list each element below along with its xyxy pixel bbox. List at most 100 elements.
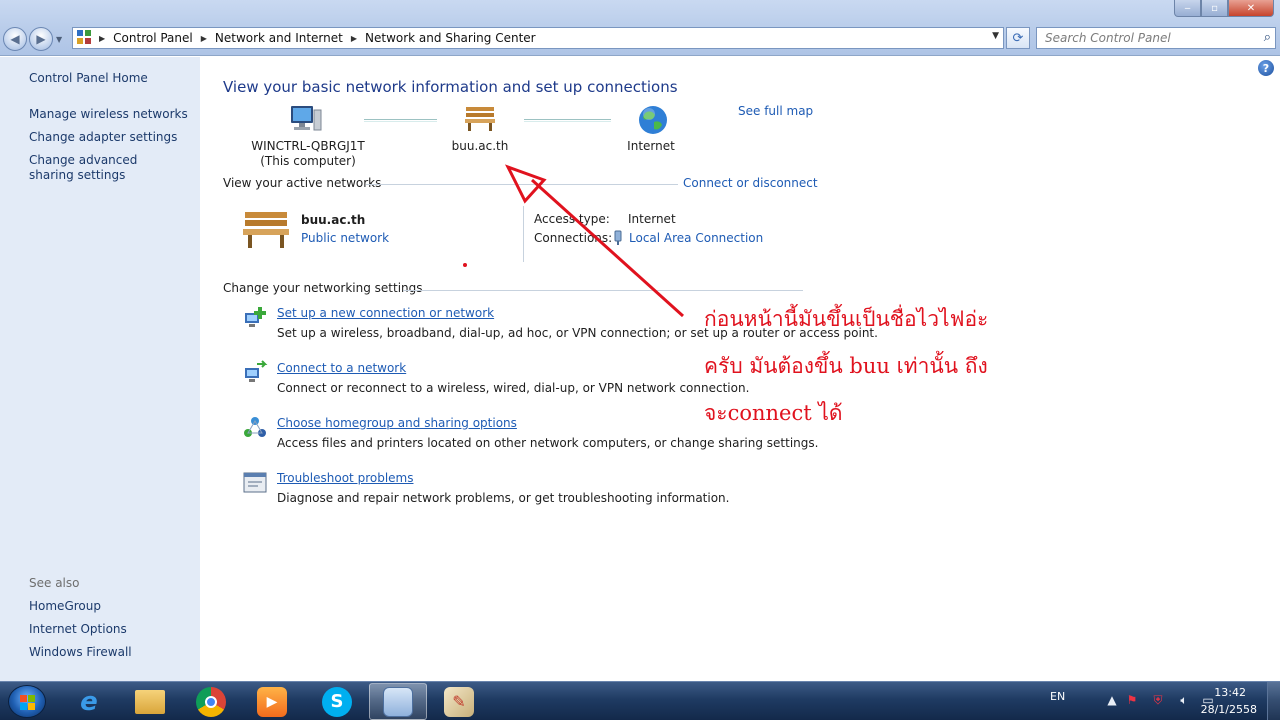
page-title: View your basic network information and …	[223, 78, 678, 96]
minimize-button[interactable]: ‒	[1174, 0, 1201, 17]
taskbar-media-player[interactable]: ▶	[243, 683, 301, 720]
ethernet-adapter-icon	[614, 230, 622, 245]
local-area-connection-link[interactable]: Local Area Connection	[629, 231, 763, 245]
annotation-dot	[463, 263, 467, 267]
navigation-buttons: ◀ ▶ ▼	[3, 27, 62, 51]
back-button[interactable]: ◀	[3, 27, 27, 51]
recent-pages-dropdown-icon[interactable]: ▼	[56, 35, 62, 44]
change-advanced-sharing-settings-link[interactable]: Change advanced sharing settings	[29, 153, 179, 183]
internet-label: Internet	[627, 139, 675, 153]
access-type-label: Access type:	[534, 212, 610, 226]
taskbar-file-explorer[interactable]	[121, 683, 179, 720]
internet-globe-icon	[639, 106, 667, 134]
taskbar: e ▶ S ✎ EN ▲ ⚑ ⛨ 🔈︎ ▭ 13:42 28/1/2558	[0, 681, 1280, 720]
homegroup-icon	[244, 417, 266, 437]
breadcrumb-network-and-internet[interactable]: Network and Internet	[215, 31, 343, 45]
system-tray: EN ▲ ⚑ ⛨ 🔈︎ ▭ 13:42 28/1/2558	[1050, 682, 1280, 720]
active-networks-rule	[366, 184, 678, 185]
back-arrow-icon: ◀	[10, 32, 20, 46]
active-network-divider	[523, 206, 524, 262]
public-network-large-bench-icon[interactable]	[242, 208, 290, 250]
control-panel-taskbar-icon	[383, 686, 413, 717]
troubleshoot-icon	[243, 472, 267, 493]
access-type-value: Internet	[628, 212, 676, 226]
see-also-label: See also	[29, 576, 80, 590]
file-explorer-icon	[135, 689, 165, 714]
clock-date[interactable]: 28/1/2558	[1201, 703, 1257, 716]
media-player-icon: ▶	[257, 686, 287, 717]
networking-settings-title: Change your networking settings	[223, 281, 423, 295]
taskbar-chrome[interactable]	[182, 683, 240, 720]
annotation-line-2: ครับ มันต้องขึ้น buu เท่านั้น ถึง	[704, 354, 988, 378]
breadcrumb-separator-icon[interactable]: ▶	[201, 34, 207, 43]
help-icon[interactable]: ?	[1258, 60, 1274, 76]
homegroup-link[interactable]: HomeGroup	[29, 599, 101, 614]
internet-options-link[interactable]: Internet Options	[29, 622, 127, 637]
connect-to-network-icon	[245, 360, 268, 382]
troubleshoot-problems-desc: Diagnose and repair network problems, or…	[277, 491, 730, 505]
taskbar-internet-explorer[interactable]: e	[60, 683, 118, 720]
computer-icon	[291, 106, 322, 131]
connect-or-disconnect-link[interactable]: Connect or disconnect	[683, 176, 818, 190]
control-panel-home-link[interactable]: Control Panel Home	[29, 71, 148, 86]
skype-icon: S	[322, 686, 352, 717]
networking-settings-rule	[403, 290, 803, 291]
action-center-icon[interactable]: ⚑	[1125, 693, 1139, 707]
show-desktop-button[interactable]	[1267, 682, 1280, 720]
control-panel-icon	[77, 30, 93, 46]
forward-button[interactable]: ▶	[29, 27, 53, 51]
windows-logo-icon	[20, 695, 36, 710]
chrome-icon	[196, 686, 226, 717]
internet-explorer-icon: e	[80, 686, 98, 717]
this-computer-note: (This computer)	[260, 154, 356, 168]
connections-label: Connections:	[534, 231, 613, 245]
start-button[interactable]	[8, 685, 46, 718]
close-button[interactable]: ✕	[1228, 0, 1274, 17]
search-input[interactable]: Search Control Panel ⌕	[1036, 27, 1276, 49]
public-network-link[interactable]: Public network	[301, 231, 389, 245]
paint-icon: ✎	[444, 686, 474, 717]
security-alert-icon[interactable]: ⛨	[1151, 693, 1165, 707]
breadcrumb-separator-icon[interactable]: ▶	[99, 34, 105, 43]
taskbar-skype[interactable]: S	[308, 683, 366, 720]
manage-wireless-networks-link[interactable]: Manage wireless networks	[29, 107, 188, 122]
computer-name-text: WINCTRL-QBRGJ1T	[251, 139, 365, 153]
see-full-map-link[interactable]: See full map	[738, 104, 813, 118]
windows-firewall-link[interactable]: Windows Firewall	[29, 645, 132, 660]
title-bar: ‒ ▫ ✕ ◀ ▶ ▼ ▶ Control Panel ▶ Network an…	[0, 0, 1280, 56]
computer-name: WINCTRL-QBRGJ1T (This computer)	[248, 139, 368, 169]
homegroup-sharing-link[interactable]: Choose homegroup and sharing options	[277, 416, 517, 430]
troubleshoot-problems-link[interactable]: Troubleshoot problems	[277, 471, 413, 485]
annotation-line-3: จะconnect ได้	[704, 401, 843, 425]
connect-to-network-desc: Connect or reconnect to a wireless, wire…	[277, 381, 750, 395]
clock-time[interactable]: 13:42	[1214, 686, 1246, 699]
breadcrumb-separator-icon[interactable]: ▶	[351, 34, 357, 43]
address-history-dropdown-icon[interactable]: ▼	[992, 31, 999, 41]
maximize-button[interactable]: ▫	[1201, 0, 1228, 17]
homegroup-sharing-desc: Access files and printers located on oth…	[277, 436, 819, 450]
taskbar-control-panel[interactable]	[369, 683, 427, 720]
setup-new-connection-link[interactable]: Set up a new connection or network	[277, 306, 494, 320]
volume-icon[interactable]: 🔈︎	[1177, 693, 1191, 707]
breadcrumb-network-and-sharing-center[interactable]: Network and Sharing Center	[365, 31, 536, 45]
refresh-icon: ⟳	[1012, 30, 1024, 46]
public-network-bench-icon[interactable]	[464, 104, 496, 132]
refresh-button[interactable]: ⟳	[1006, 27, 1030, 49]
annotation-text: ก่อนหน้านี้มันขึ้นเป็นชื่อไวไฟอ่ะ ครับ ม…	[704, 296, 1034, 437]
language-indicator[interactable]: EN	[1050, 690, 1065, 703]
active-network-name: buu.ac.th	[301, 213, 366, 227]
taskbar-paint[interactable]: ✎	[430, 683, 488, 720]
breadcrumb-control-panel[interactable]: Control Panel	[113, 31, 193, 45]
address-bar[interactable]: ▶ Control Panel ▶ Network and Internet ▶…	[72, 27, 1004, 49]
annotation-line-1: ก่อนหน้านี้มันขึ้นเป็นชื่อไวไฟอ่ะ	[704, 307, 989, 331]
map-connector-left	[364, 119, 437, 122]
forward-arrow-icon: ▶	[36, 32, 46, 46]
map-connector-right	[524, 119, 611, 122]
window-controls: ‒ ▫ ✕	[1174, 0, 1274, 18]
change-adapter-settings-link[interactable]: Change adapter settings	[29, 130, 177, 145]
new-connection-icon	[245, 307, 266, 327]
left-navigation-pane: Control Panel Home Manage wireless netwo…	[0, 57, 200, 681]
search-icon[interactable]: ⌕	[1264, 30, 1271, 45]
connect-to-network-link[interactable]: Connect to a network	[277, 361, 406, 375]
show-hidden-icons-icon[interactable]: ▲	[1105, 693, 1119, 707]
